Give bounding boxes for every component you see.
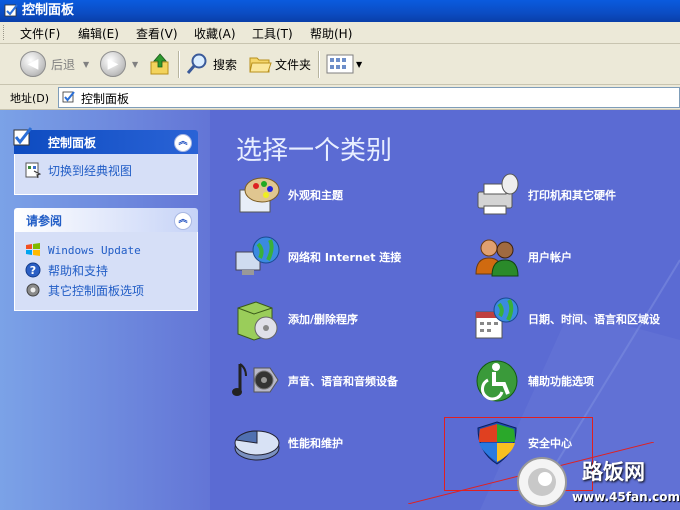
category-performance-maintenance[interactable]: 性能和维护: [232, 418, 343, 468]
search-label: 搜索: [213, 57, 238, 72]
address-field[interactable]: 控制面板: [58, 87, 680, 108]
gear-icon: [26, 283, 40, 297]
category-label: 用户帐户: [528, 251, 572, 264]
category-view: 选择一个类别 外观和主题 打印机和其它硬件 网络和 Internet 连接 用户…: [210, 110, 680, 510]
help-support-link[interactable]: ? 帮助和支持: [15, 260, 197, 280]
help-support-label: 帮助和支持: [48, 263, 109, 278]
see-also-panel-header[interactable]: 请参阅 ︽: [14, 208, 198, 232]
search-button[interactable]: 搜索: [186, 50, 237, 78]
folders-label: 文件夹: [275, 57, 312, 72]
svg-text:?: ?: [30, 264, 36, 277]
software-box-icon: [237, 301, 278, 341]
windows-update-link[interactable]: Windows Update: [15, 240, 197, 260]
users-icon: [475, 239, 519, 277]
back-label: 后退: [51, 57, 76, 72]
views-button[interactable]: ▼: [326, 50, 362, 78]
views-grid-icon: [326, 54, 354, 74]
category-accessibility[interactable]: 辅助功能选项: [472, 356, 594, 406]
back-dropdown-icon[interactable]: ▼: [83, 60, 89, 69]
category-add-remove-programs[interactable]: 添加/删除程序: [232, 294, 358, 344]
category-label: 添加/删除程序: [288, 313, 359, 326]
title-bar[interactable]: 控制面板: [0, 0, 680, 22]
folder-icon: [249, 57, 272, 73]
category-label: 性能和维护: [288, 437, 343, 450]
category-label: 外观和主题: [288, 189, 343, 202]
menu-favorites[interactable]: 收藏(A): [194, 25, 236, 42]
page-title: 选择一个类别: [236, 136, 393, 166]
speaker-note-icon: [232, 363, 279, 396]
toolbar-separator: [318, 51, 320, 78]
other-options-label: 其它控制面板选项: [48, 283, 145, 298]
paint-palette-icon: [239, 177, 280, 213]
category-label: 辅助功能选项: [528, 375, 594, 388]
search-icon: [186, 53, 207, 74]
menu-bar: 文件(F) 编辑(E) 查看(V) 收藏(A) 工具(T) 帮助(H): [0, 22, 680, 44]
forward-dropdown-icon[interactable]: ▼: [132, 60, 138, 69]
toolbar: ◀ 后退 ▼ ▶ ▼ 搜索 文件夹 ▼: [0, 44, 680, 85]
help-icon: ?: [25, 262, 41, 278]
task-pane: 控制面板 ︽ 切换到经典视图 请参阅 ︽ Windows Update ? 帮助…: [0, 110, 210, 510]
address-bar: 地址(D) 控制面板: [0, 85, 680, 110]
collapse-chevron-icon[interactable]: ︽: [174, 134, 192, 152]
category-label: 网络和 Internet 连接: [288, 251, 402, 264]
window-title: 控制面板: [22, 3, 75, 18]
views-dropdown-icon: ▼: [356, 59, 363, 69]
folders-button[interactable]: 文件夹: [248, 50, 311, 78]
control-panel-panel-body: 切换到经典视图: [14, 154, 198, 195]
category-label: 打印机和其它硬件: [528, 189, 616, 202]
accessibility-icon: [476, 360, 518, 402]
windows-update-label: Windows Update: [48, 243, 141, 257]
menu-tools[interactable]: 工具(T): [252, 25, 293, 42]
menu-help[interactable]: 帮助(H): [310, 25, 352, 42]
back-button[interactable]: ◀ 后退 ▼: [20, 50, 89, 78]
watermark-name: 路饭网: [582, 460, 645, 484]
category-printers-hardware[interactable]: 打印机和其它硬件: [472, 170, 616, 220]
category-user-accounts[interactable]: 用户帐户: [472, 232, 572, 282]
control-panel-panel: 控制面板 ︽ 切换到经典视图: [13, 127, 198, 195]
back-arrow-icon: ◀: [20, 51, 46, 77]
address-label: 地址(D): [10, 92, 50, 105]
classic-view-icon: [25, 162, 41, 178]
control-panel-panel-title: 控制面板: [48, 136, 97, 150]
switch-classic-view-label: 切换到经典视图: [48, 163, 133, 178]
printer-icon: [477, 173, 519, 215]
collapse-chevron-icon[interactable]: ︽: [174, 212, 192, 230]
category-date-time-language[interactable]: 日期、时间、语言和区域设: [472, 294, 660, 344]
windows-update-icon: [26, 243, 40, 256]
address-value: 控制面板: [81, 92, 130, 106]
pie-chart-icon: [234, 430, 280, 461]
control-panel-panel-header[interactable]: 控制面板 ︽: [13, 127, 198, 154]
control-panel-icon: [62, 91, 75, 103]
up-folder-button[interactable]: [148, 50, 172, 78]
control-panel-icon: [4, 4, 18, 17]
other-options-link[interactable]: 其它控制面板选项: [15, 280, 197, 300]
switch-classic-view-link[interactable]: 切换到经典视图: [15, 160, 197, 180]
category-network-internet[interactable]: 网络和 Internet 连接: [232, 232, 401, 282]
see-also-panel: 请参阅 ︽ Windows Update ? 帮助和支持 其它控制面板选项: [14, 208, 198, 311]
control-panel-icon: [13, 127, 33, 146]
menu-file[interactable]: 文件(F): [20, 25, 60, 42]
category-label: 声音、语音和音频设备: [288, 375, 398, 388]
see-also-panel-title: 请参阅: [26, 214, 63, 228]
category-label: 日期、时间、语言和区域设: [528, 313, 660, 326]
toolbar-separator: [178, 51, 180, 78]
menu-view[interactable]: 查看(V): [136, 25, 178, 42]
watermark-logo: [517, 457, 567, 507]
calendar-globe-icon: [475, 297, 519, 339]
forward-arrow-icon: ▶: [100, 51, 126, 77]
up-arrow-folder-icon: [150, 53, 169, 75]
forward-button[interactable]: ▶ ▼: [100, 50, 138, 78]
see-also-panel-body: Windows Update ? 帮助和支持 其它控制面板选项: [14, 232, 198, 311]
menu-edit[interactable]: 编辑(E): [78, 25, 119, 42]
category-appearance-themes[interactable]: 外观和主题: [232, 170, 343, 220]
category-sounds-audio[interactable]: 声音、语音和音频设备: [232, 356, 398, 406]
menu-grip[interactable]: [3, 25, 7, 40]
watermark-url: www.45fan.com: [572, 490, 680, 504]
network-globe-icon: [235, 236, 280, 275]
